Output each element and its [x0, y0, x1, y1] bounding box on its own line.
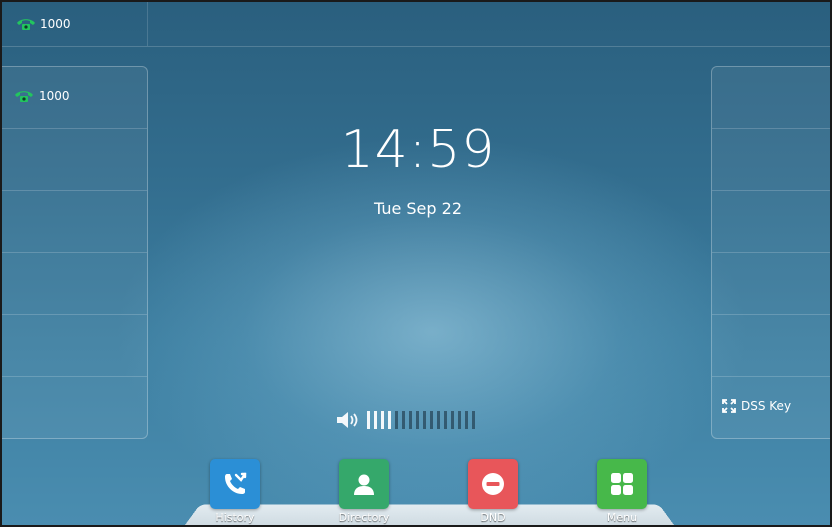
volume-bar [451, 411, 454, 429]
status-bar: 1000 [2, 2, 830, 47]
volume-bar [388, 411, 391, 429]
dnd-button[interactable]: DND [453, 459, 533, 524]
menu-button[interactable]: Menu [582, 459, 662, 524]
expand-arrows-icon [722, 399, 736, 413]
volume-bar [367, 411, 370, 429]
speaker-icon [337, 412, 358, 428]
missed-call-icon [225, 472, 247, 494]
volume-bar [444, 411, 447, 429]
volume-bar [465, 411, 468, 429]
volume-bar [472, 411, 475, 429]
volume-bar [416, 411, 419, 429]
grid-icon [611, 473, 633, 495]
green-phone-icon [15, 91, 33, 102]
directory-label: Directory [338, 511, 390, 524]
line-key-5[interactable] [2, 315, 147, 377]
volume-level-bars [367, 411, 475, 429]
volume-bar [409, 411, 412, 429]
dss-key-5[interactable] [712, 315, 830, 377]
history-icon-tile [210, 459, 260, 509]
volume-bar [437, 411, 440, 429]
dss-key-4[interactable] [712, 253, 830, 315]
volume-bar [402, 411, 405, 429]
volume-indicator[interactable] [335, 408, 475, 432]
clock-date: Tue Sep 22 [373, 199, 462, 218]
dnd-label: DND [480, 511, 506, 524]
dss-key-button[interactable]: DSS Key [712, 377, 830, 439]
volume-bar [374, 411, 377, 429]
volume-bar [381, 411, 384, 429]
minus-circle-icon [482, 473, 504, 495]
line-key-label: 1000 [39, 89, 70, 103]
menu-label: Menu [606, 511, 638, 524]
line-key-6[interactable] [2, 377, 147, 439]
green-phone-icon [17, 19, 35, 30]
history-button[interactable]: History [195, 459, 275, 524]
dnd-icon-tile [468, 459, 518, 509]
line-key-4[interactable] [2, 253, 147, 315]
volume-bar [423, 411, 426, 429]
directory-icon-tile [339, 459, 389, 509]
clock-time: 14:59 [340, 120, 496, 180]
volume-bar [430, 411, 433, 429]
account-status[interactable]: 1000 [16, 14, 71, 34]
account-label: 1000 [40, 17, 71, 31]
dss-key-label: DSS Key [741, 399, 792, 413]
divider [147, 2, 148, 46]
contact-person-icon [354, 474, 374, 495]
volume-bar [395, 411, 398, 429]
menu-icon-tile [597, 459, 647, 509]
phone-idle-screen: 1000 1000 DSS Key 14:59 Tue Sep 22 Histo… [0, 0, 832, 527]
volume-bar [458, 411, 461, 429]
history-label: History [215, 511, 255, 524]
directory-button[interactable]: Directory [324, 459, 404, 524]
